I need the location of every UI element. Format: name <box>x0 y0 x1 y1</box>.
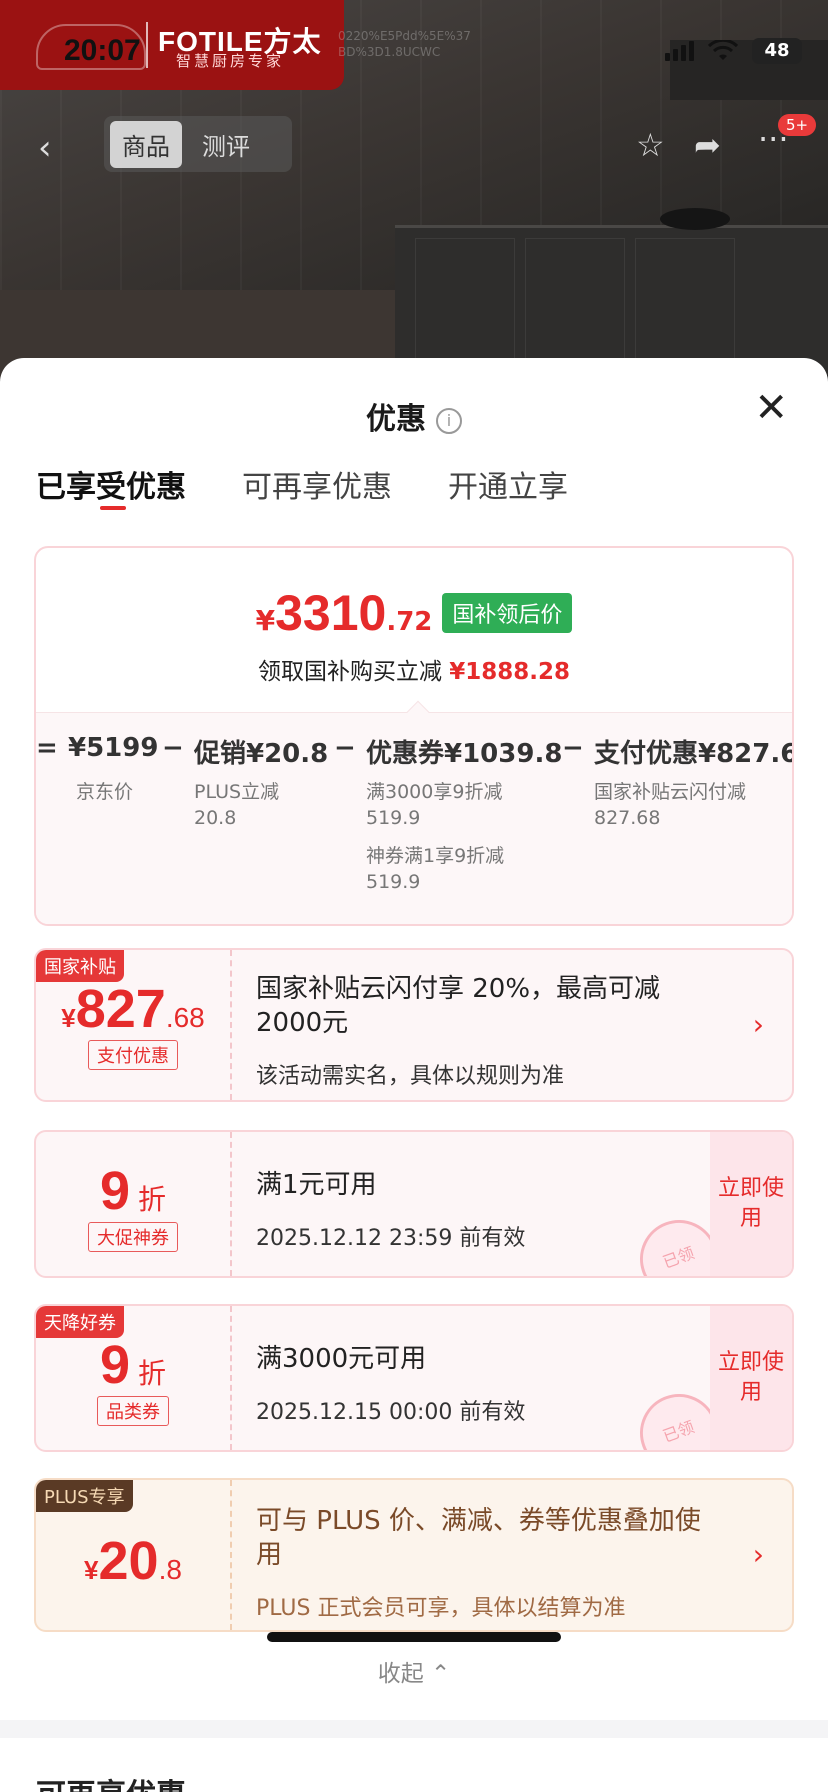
plus-title: 可与 PLUS 价、满减、券等优惠叠加使用 <box>256 1506 701 1570</box>
promo-amount: 促销¥20.8 <box>194 739 329 769</box>
home-indicator[interactable] <box>267 1632 561 1642</box>
tab-product[interactable]: 商品 <box>110 120 182 168</box>
price-summary-card: ¥3310.72 国补领后价 领取国补购买立减 ¥1888.28 = ¥5199… <box>34 546 794 926</box>
coupon-condition: 满3000元可用 <box>256 1344 427 1374</box>
battery-icon: 48 <box>752 38 802 64</box>
back-icon[interactable]: ‹ <box>38 128 52 168</box>
coupon-condition: 满1元可用 <box>256 1170 377 1200</box>
coupon-expiry: 2025.12.12 23:59 前有效 <box>256 1226 526 1251</box>
chevron-right-icon[interactable]: › <box>753 1008 764 1041</box>
coupon-card-promo: 9折 大促神券 满1元可用 2025.12.12 23:59 前有效 已领 立即… <box>34 1130 794 1278</box>
plus-amount: ¥20.8 <box>84 1531 182 1591</box>
jd-price-label: 京东价 <box>76 781 134 803</box>
share-icon[interactable]: ➦ <box>694 126 721 164</box>
sheet-title: 优惠 i <box>0 394 828 438</box>
coupon-type-tag: 大促神券 <box>88 1222 178 1252</box>
kitchen-cabinet <box>395 225 828 375</box>
sky-coupon-badge: 天降好券 <box>36 1306 124 1338</box>
pan <box>660 208 730 230</box>
payment-discount: 支付优惠¥827.68 <box>594 739 792 769</box>
payment-discount-tag: 支付优惠 <box>88 1040 178 1070</box>
coupon-amount: 优惠券¥1039.8 <box>366 739 563 769</box>
section-title-more: 可再享优惠 <box>36 1770 186 1792</box>
tab-activate[interactable]: 开通立享 <box>448 462 568 506</box>
use-now-button[interactable]: 立即使用 <box>710 1306 792 1450</box>
chevron-up-icon: ⌃ <box>431 1661 451 1687</box>
discount-tabs: 已享受优惠 可再享优惠 开通立享 <box>36 462 568 510</box>
coupon-card-category: 9折 品类券 天降好券 满3000元可用 2025.12.15 00:00 前有… <box>34 1304 794 1452</box>
use-now-button[interactable]: 立即使用 <box>710 1132 792 1276</box>
subsidy-price-tag: 国补领后价 <box>442 593 573 633</box>
final-price: ¥3310.72 <box>255 585 433 641</box>
chevron-right-icon[interactable]: › <box>753 1538 764 1571</box>
plus-exclusive-badge: PLUS专享 <box>36 1480 133 1512</box>
brand-banner: FOTILE方太 智慧厨房专家 <box>0 0 344 90</box>
info-icon[interactable]: i <box>436 407 462 434</box>
status-time: 20:07 <box>64 34 141 67</box>
reduce-line: 领取国补购买立减 ¥1888.28 <box>257 659 571 685</box>
collapse-button[interactable]: 收起 ⌃ <box>0 1654 828 1688</box>
cellular-signal-icon <box>665 41 694 61</box>
favorite-star-icon[interactable]: ☆ <box>636 126 665 164</box>
watermark: 0220%E5Pdd%5E%37 BD%3D1.8UCWC <box>338 29 471 59</box>
coupon-detail-1: 满3000享9折减 519.9 <box>366 781 503 829</box>
tab-enjoyed[interactable]: 已享受优惠 <box>36 462 186 510</box>
coupon-type-tag: 品类券 <box>97 1396 169 1426</box>
subsidy-amount: ¥827.68 <box>61 979 205 1039</box>
brand-tagline: 智慧厨房专家 <box>176 52 285 70</box>
plus-desc: PLUS 正式会员可享，具体以结算为准 <box>256 1596 626 1621</box>
coupon-expiry: 2025.12.15 00:00 前有效 <box>256 1400 526 1425</box>
message-badge: 5+ <box>778 114 817 136</box>
payment-detail: 国家补贴云闪付减 827.68 <box>594 781 747 829</box>
coupon-discount: 9折 <box>99 1161 167 1221</box>
subsidy-desc: 该活动需实名，具体以规则为准 <box>256 1064 565 1089</box>
top-tabs: 商品 测评 <box>104 116 292 172</box>
national-subsidy-badge: 国家补贴 <box>36 950 124 982</box>
subsidy-title: 国家补贴云闪付享 20%，最高可减 2000元 <box>256 974 661 1038</box>
promo-detail: PLUS立减 20.8 <box>194 781 280 829</box>
wifi-icon <box>708 40 738 60</box>
status-icons: 48 <box>665 38 802 64</box>
subsidy-card[interactable]: ¥827.68 支付优惠 国家补贴 国家补贴云闪付享 20%，最高可减 2000… <box>34 948 794 1102</box>
tab-review[interactable]: 测评 <box>190 121 262 168</box>
jd-price: ¥5199 <box>68 733 159 763</box>
close-icon[interactable]: ✕ <box>754 388 788 428</box>
discount-sheet: 优惠 i ✕ 已享受优惠 可再享优惠 开通立享 ¥3310.72 国补领后价 领取… <box>0 358 828 1792</box>
coupon-detail-2: 神券满1享9折减 519.9 <box>366 845 505 893</box>
price-breakdown: = ¥5199 − 促销¥20.8 − 优惠券¥1039.8 − 支付优惠¥82… <box>36 700 792 924</box>
coupon-discount: 9折 <box>99 1335 167 1395</box>
tab-more-available[interactable]: 可再享优惠 <box>242 462 392 506</box>
plus-card[interactable]: ¥20.8 PLUS专享 可与 PLUS 价、满减、券等优惠叠加使用 PLUS … <box>34 1478 794 1632</box>
